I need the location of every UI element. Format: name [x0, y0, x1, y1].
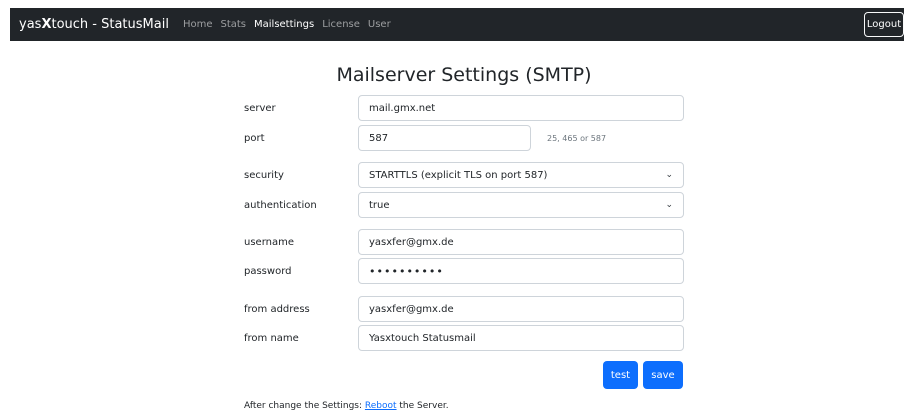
username-label: username — [244, 236, 294, 248]
authentication-row: authentication true ⌄ — [244, 192, 684, 218]
nav-home[interactable]: Home — [183, 19, 213, 30]
authentication-label: authentication — [244, 199, 317, 211]
nav-user[interactable]: User — [368, 19, 391, 30]
port-label: port — [244, 132, 265, 144]
security-label: security — [244, 169, 284, 181]
from-address-row: from address yasxfer@gmx.de — [244, 296, 684, 322]
security-select[interactable]: STARTTLS (explicit TLS on port 587) ⌄ — [358, 162, 684, 188]
nav-mailsettings[interactable]: Mailsettings — [254, 19, 314, 30]
server-input[interactable]: mail.gmx.net — [358, 95, 684, 121]
logout-button[interactable]: Logout — [864, 12, 904, 37]
server-row: server mail.gmx.net — [244, 95, 684, 121]
footer-text-after: the Server. — [396, 401, 449, 411]
from-name-input[interactable]: Yasxtouch Statusmail — [358, 325, 684, 351]
authentication-select[interactable]: true ⌄ — [358, 192, 684, 218]
server-label: server — [244, 102, 276, 114]
password-input[interactable]: •••••••••• — [358, 258, 684, 284]
security-row: security STARTTLS (explicit TLS on port … — [244, 162, 684, 188]
footer-note: After change the Settings: Reboot the Se… — [244, 401, 449, 411]
nav-license[interactable]: License — [322, 19, 360, 30]
username-row: username yasxfer@gmx.de — [244, 229, 684, 255]
chevron-down-icon: ⌄ — [665, 200, 673, 210]
from-address-input[interactable]: yasxfer@gmx.de — [358, 296, 684, 322]
brand-logo[interactable]: yasXtouch - StatusMail — [19, 17, 169, 32]
authentication-value: true — [369, 199, 390, 211]
top-navbar: yasXtouch - StatusMail Home Stats Mailse… — [10, 8, 904, 41]
port-input[interactable]: 587 — [358, 125, 531, 151]
test-button[interactable]: test — [603, 361, 638, 389]
username-input[interactable]: yasxfer@gmx.de — [358, 229, 684, 255]
from-name-row: from name Yasxtouch Statusmail — [244, 325, 684, 351]
port-hint: 25, 465 or 587 — [547, 133, 607, 143]
nav-stats[interactable]: Stats — [220, 19, 246, 30]
port-row: port 587 25, 465 or 587 — [244, 125, 606, 151]
save-button[interactable]: save — [643, 361, 683, 389]
reboot-link[interactable]: Reboot — [365, 401, 397, 411]
footer-text-before: After change the Settings: — [244, 401, 365, 411]
password-label: password — [244, 265, 292, 277]
password-row: password •••••••••• — [244, 258, 684, 284]
from-name-label: from name — [244, 332, 299, 344]
page-title: Mailserver Settings (SMTP) — [336, 64, 592, 86]
chevron-down-icon: ⌄ — [665, 170, 673, 180]
from-address-label: from address — [244, 303, 310, 315]
security-value: STARTTLS (explicit TLS on port 587) — [369, 169, 548, 181]
